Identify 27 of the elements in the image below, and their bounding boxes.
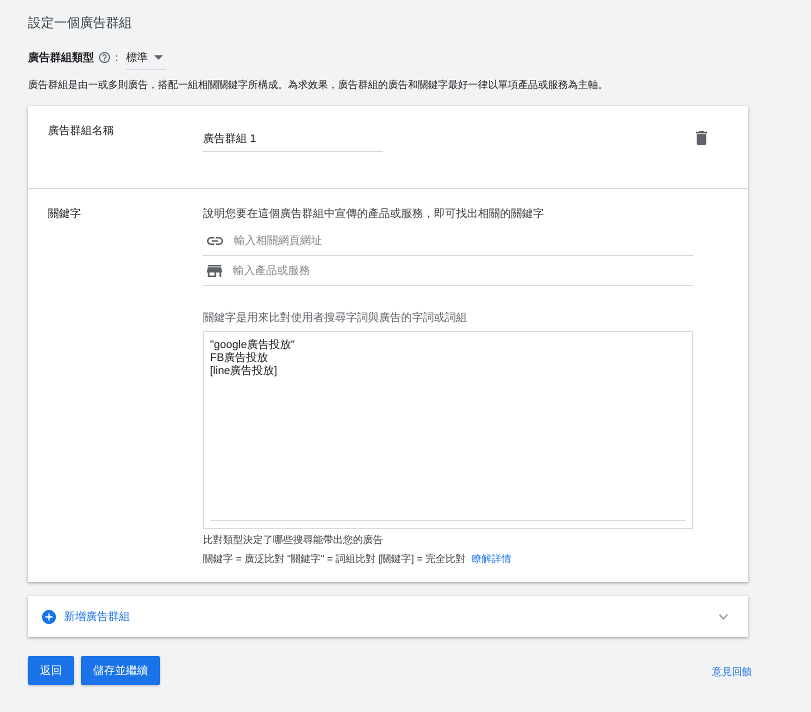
caret-icon: [154, 55, 163, 60]
learn-more-link[interactable]: 瞭解詳情: [471, 553, 512, 566]
save-continue-button[interactable]: 儲存並繼續: [81, 656, 160, 685]
keywords-field-label: 關鍵字是用來比對使用者搜尋字詞與廣告的字詞或詞組: [203, 311, 468, 325]
ad-group-type-dropdown[interactable]: 標準: [126, 46, 166, 70]
keywords-hint: 說明您要在這個廣告群組中宣傳的產品或服務，即可找出相關的關鍵字: [203, 206, 545, 222]
chevron-down-icon[interactable]: [719, 614, 728, 620]
match-type-legend: 關鍵字 = 廣泛比對 "關鍵字" = 詞組比對 [關鍵字] = 完全比對: [203, 553, 466, 566]
help-icon[interactable]: [99, 52, 110, 62]
add-ad-group-button[interactable]: 新增廣告群組: [42, 609, 130, 624]
keywords-textarea[interactable]: "google廣告投放" FB廣告投放 [line廣告投放]: [203, 331, 693, 529]
url-input-field[interactable]: 輸入相關網頁網址: [234, 230, 634, 250]
keywords-label: 關鍵字: [48, 206, 82, 222]
colon-separator: ：: [111, 50, 122, 64]
ad-group-type-label: 廣告群組類型: [28, 50, 94, 64]
link-icon: [207, 236, 223, 244]
match-type-note: 比對類型決定了哪些搜尋能帶出您的廣告: [203, 534, 384, 547]
store-icon: [207, 264, 222, 276]
ad-group-name-label: 廣告群組名稱: [48, 124, 115, 139]
feedback-link[interactable]: 意見回饋: [712, 664, 752, 678]
product-input-field[interactable]: 輸入產品或服務: [233, 260, 633, 280]
back-button[interactable]: 返回: [28, 656, 74, 685]
trash-icon: [696, 131, 707, 145]
page-title: 設定一個廣告群組: [28, 14, 133, 32]
ad-group-name-field[interactable]: 廣告群組 1: [203, 126, 383, 152]
delete-button[interactable]: [696, 131, 707, 145]
ad-group-description: 廣告群組是由一或多則廣告，搭配一組相關關鍵字所構成。為求效果，廣告群組的廣告和關鍵字最好一律以單項產品或服務為主軸。: [28, 79, 609, 93]
